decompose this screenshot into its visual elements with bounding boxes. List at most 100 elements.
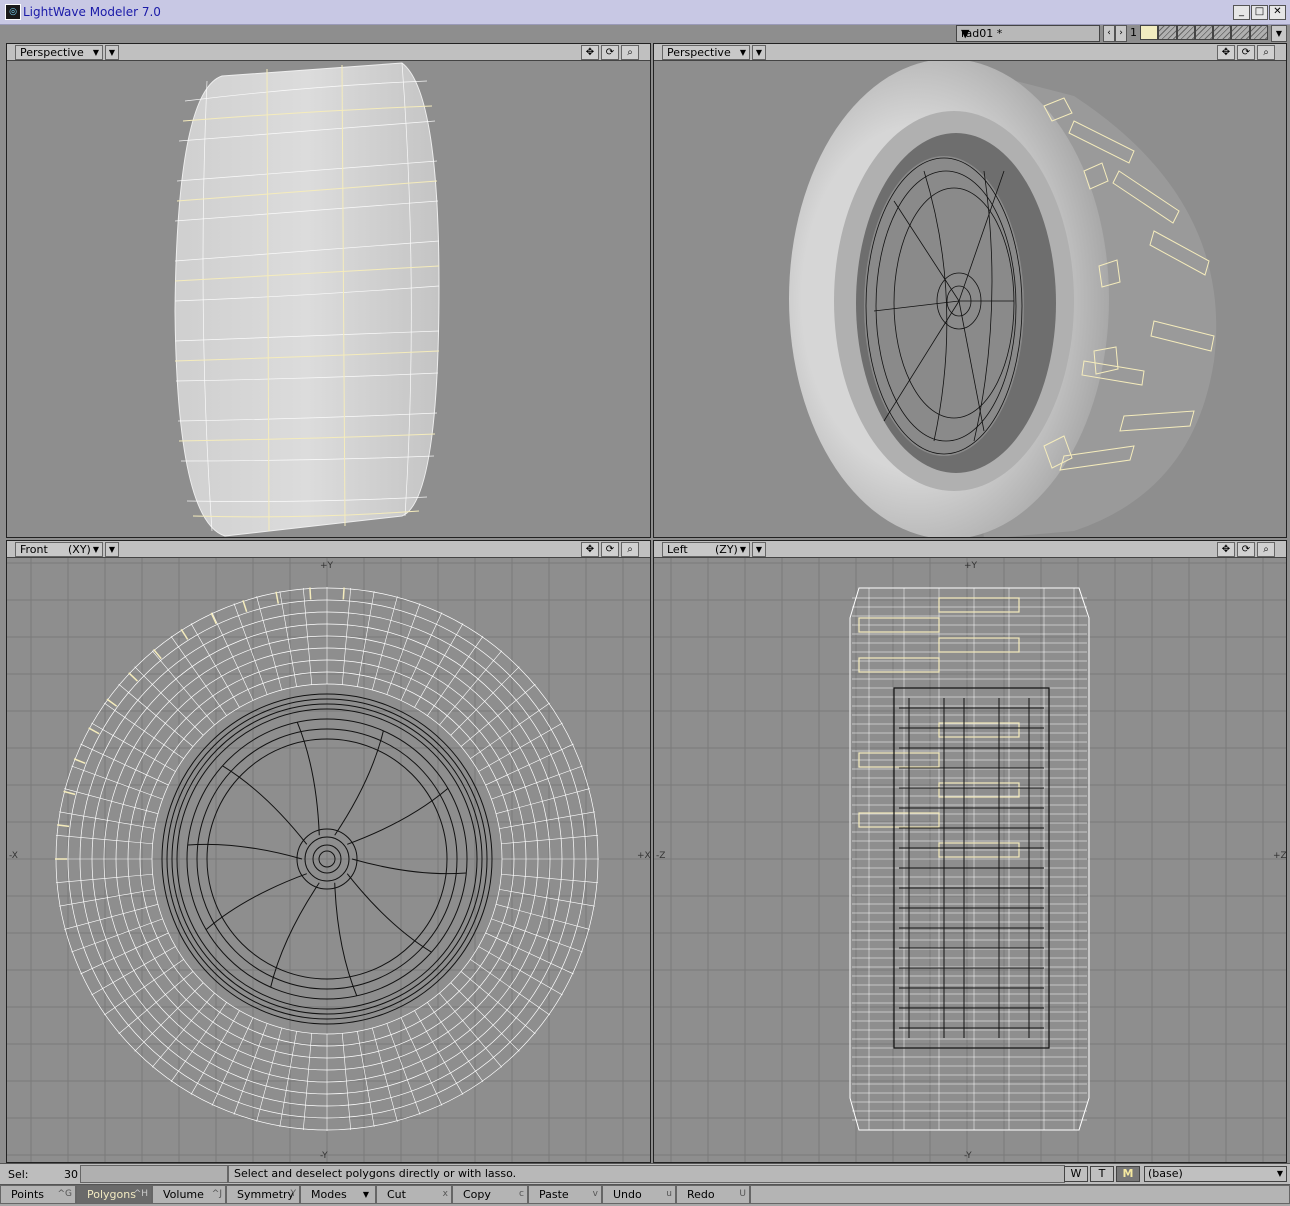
view-type-label: Left: [667, 543, 688, 556]
surface-select[interactable]: (base) ▼: [1144, 1166, 1287, 1182]
view-type-label: Perspective: [667, 46, 731, 59]
polygons-mode-button[interactable]: Polygons ^H: [76, 1185, 152, 1204]
previous-layer-button[interactable]: ‹: [1103, 25, 1115, 42]
modeler-app-icon[interactable]: ◎: [5, 4, 21, 20]
volume-mode-button[interactable]: Volume ^J: [152, 1185, 226, 1204]
layer-cell[interactable]: [1176, 25, 1195, 40]
render-mode-select[interactable]: ▼: [752, 542, 766, 557]
viewport-top-right[interactable]: Perspective ▼ ▼ ✥ ⟳ ⌕: [653, 43, 1287, 538]
viewport-bottom-left[interactable]: Front (XY) ▼ ▼ ✥ ⟳ ⌕ +Y -Y -X +X: [6, 540, 651, 1163]
render-mode-select[interactable]: ▼: [752, 45, 766, 60]
status-message: Select and deselect polygons directly or…: [228, 1165, 1065, 1183]
render-mode-select[interactable]: ▼: [105, 45, 119, 60]
layer-cell[interactable]: [1140, 25, 1159, 40]
pan-icon[interactable]: ✥: [581, 542, 599, 557]
axis-label-minus-x: -X: [9, 851, 18, 861]
points-mode-label: Points: [11, 1188, 45, 1201]
viewport-header: Perspective ▼ ▼ ✥ ⟳ ⌕: [7, 44, 650, 61]
symmetry-shortcut: Y: [290, 1189, 297, 1199]
symmetry-label: Symmetry: [237, 1188, 295, 1201]
pan-icon[interactable]: ✥: [581, 45, 599, 60]
minimize-button[interactable]: _: [1233, 5, 1250, 20]
symmetry-button[interactable]: Symmetry Y: [226, 1185, 300, 1204]
window-title: LightWave Modeler 7.0: [23, 5, 161, 19]
redo-button[interactable]: Redo U: [676, 1185, 750, 1204]
viewport-bottom-right[interactable]: Left (ZY) ▼ ▼ ✥ ⟳ ⌕ +Y -Y -Z +Z: [653, 540, 1287, 1163]
chevron-down-icon: ▼: [739, 48, 746, 57]
viewport-header: Front (XY) ▼ ▼ ✥ ⟳ ⌕: [7, 541, 650, 558]
axis-label-plus-z: +Z: [1273, 851, 1286, 861]
maximize-button[interactable]: □: [1251, 5, 1268, 20]
zoom-icon[interactable]: ⌕: [621, 45, 639, 60]
viewport-canvas[interactable]: [7, 61, 650, 537]
front-wireframe: +Y -Y -X +X: [7, 558, 650, 1162]
tire-smooth-shaded: [789, 61, 1217, 537]
view-axis-label: (XY): [68, 543, 91, 556]
pan-icon[interactable]: ✥: [1217, 542, 1235, 557]
view-axis-label: (ZY): [715, 543, 738, 556]
chevron-down-icon: ▼: [92, 48, 99, 57]
render-mode-select[interactable]: ▼: [105, 542, 119, 557]
object-select[interactable]: rad01 * ▼: [956, 25, 1100, 42]
layer-cell[interactable]: [1249, 25, 1268, 40]
layer-cell[interactable]: [1194, 25, 1214, 40]
chevron-down-icon: ▼: [1276, 1169, 1283, 1178]
viewport-header: Perspective ▼ ▼ ✥ ⟳ ⌕: [654, 44, 1286, 61]
cut-label: Cut: [387, 1188, 406, 1201]
axis-label-minus-y: -Y: [320, 1151, 328, 1161]
view-type-label: Front: [20, 543, 48, 556]
volume-mode-label: Volume: [163, 1188, 204, 1201]
texture-toggle-button[interactable]: T: [1090, 1166, 1114, 1182]
paste-button[interactable]: Paste v: [528, 1185, 602, 1204]
copy-shortcut: c: [519, 1189, 524, 1199]
material-toggle-button[interactable]: M: [1116, 1166, 1140, 1182]
viewport-top-left[interactable]: Perspective ▼ ▼ ✥ ⟳ ⌕: [6, 43, 651, 538]
chevron-down-icon: ▼: [961, 27, 970, 40]
volume-shortcut: ^J: [211, 1189, 222, 1199]
cut-shortcut: x: [442, 1189, 448, 1199]
layer-dropdown-button[interactable]: ▼: [1271, 25, 1287, 42]
zoom-icon[interactable]: ⌕: [621, 542, 639, 557]
points-mode-button[interactable]: Points ^G: [0, 1185, 76, 1204]
pan-icon[interactable]: ✥: [1217, 45, 1235, 60]
chevron-down-icon: ▼: [92, 545, 99, 554]
rotate-icon[interactable]: ⟳: [1237, 542, 1255, 557]
view-type-select[interactable]: Perspective ▼: [15, 45, 103, 60]
chevron-down-icon: ▼: [739, 545, 746, 554]
viewport-canvas[interactable]: +Y -Y -Z +Z: [654, 558, 1286, 1162]
selection-label: Sel:: [8, 1168, 29, 1181]
redo-label: Redo: [687, 1188, 715, 1201]
modes-select[interactable]: Modes ▼: [300, 1185, 376, 1204]
view-type-select[interactable]: Perspective ▼: [662, 45, 750, 60]
view-type-select[interactable]: Front (XY) ▼: [15, 542, 103, 557]
points-shortcut: ^G: [57, 1189, 72, 1199]
copy-button[interactable]: Copy c: [452, 1185, 528, 1204]
viewport-header: Left (ZY) ▼ ▼ ✥ ⟳ ⌕: [654, 541, 1286, 558]
next-layer-button[interactable]: ›: [1115, 25, 1127, 42]
selection-count: 30: [64, 1168, 78, 1181]
viewport-canvas[interactable]: [654, 61, 1286, 537]
rotate-icon[interactable]: ⟳: [1237, 45, 1255, 60]
close-button[interactable]: ✕: [1269, 5, 1286, 20]
cut-button[interactable]: Cut x: [376, 1185, 452, 1204]
copy-label: Copy: [463, 1188, 491, 1201]
layer-toolbar: rad01 * ▼ ‹ › 1 ▼: [0, 24, 1290, 42]
layer-cell[interactable]: [1158, 25, 1177, 40]
side-wireframe: +Y -Y -Z +Z: [654, 558, 1286, 1162]
polygons-shortcut: ^H: [133, 1189, 148, 1199]
layer-cell[interactable]: [1213, 25, 1232, 40]
view-type-select[interactable]: Left (ZY) ▼: [662, 542, 750, 557]
axis-label-plus-y: +Y: [964, 561, 978, 571]
wireframe-toggle-button[interactable]: W: [1064, 1166, 1088, 1182]
rotate-icon[interactable]: ⟳: [601, 542, 619, 557]
zoom-icon[interactable]: ⌕: [1257, 542, 1275, 557]
undo-button[interactable]: Undo u: [602, 1185, 676, 1204]
status-bar: Sel: 30 Select and deselect polygons dir…: [0, 1163, 1290, 1184]
redo-shortcut: U: [739, 1189, 746, 1199]
rotate-icon[interactable]: ⟳: [601, 45, 619, 60]
viewport-canvas[interactable]: +Y -Y -X +X: [7, 558, 650, 1162]
layer-cell[interactable]: [1231, 25, 1250, 40]
bottom-toolbar: Points ^G Polygons ^H Volume ^J Symmetry Y M…: [0, 1184, 1290, 1206]
axis-label-plus-y: +Y: [320, 561, 334, 571]
zoom-icon[interactable]: ⌕: [1257, 45, 1275, 60]
